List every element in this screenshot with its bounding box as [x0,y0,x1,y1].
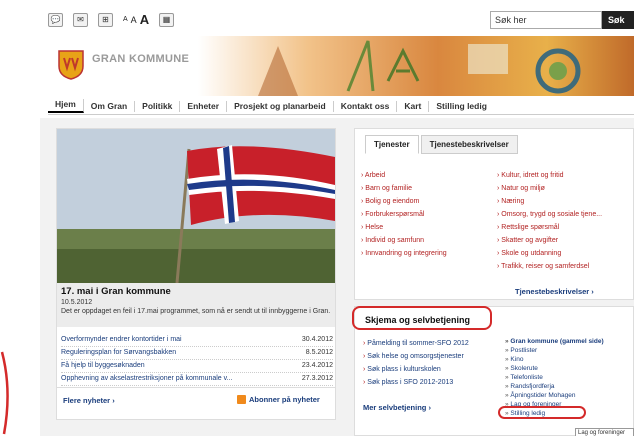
quick-link[interactable]: Gran kommune (gammel side) [505,337,633,346]
utility-bar: 💬 ✉ ⊞ A A A ▦ [48,10,175,30]
flag-photo[interactable] [57,129,335,283]
service-link[interactable]: Trafikk, reiser og samferdsel [497,260,627,273]
services-tabs: Tjenester Tjenestebeskrivelser [365,135,518,154]
rss-label: Abonner på nyheter [249,395,320,404]
crest-logo [58,50,84,80]
service-link[interactable]: Næring [497,195,627,208]
news-date: 30.4.2012 [301,336,333,343]
nav-item-stilling[interactable]: Stilling ledig [429,101,494,112]
quick-link[interactable]: Kino [505,355,633,364]
service-descriptions-link[interactable]: Tjenestebeskrivelser › [515,287,594,296]
annotation-mark [0,351,9,435]
font-small-button[interactable]: A [123,14,128,26]
quick-link[interactable]: Åpningstider Mohagen [505,391,633,400]
news-title[interactable]: Få hjelp til byggesøknaden [61,360,145,372]
banner-artwork [198,36,634,96]
news-date: 8.5.2012 [305,349,333,356]
mail-icon[interactable]: ✉ [73,13,88,27]
news-date: 23.4.2012 [301,362,333,369]
service-link[interactable]: Helse [361,221,491,234]
link-highlight [498,406,586,419]
service-link[interactable]: Rettslige spørsmål [497,221,627,234]
feature-text: Det er oppdaget en feil i 17.mai program… [61,308,331,315]
page: 💬 ✉ ⊞ A A A ▦ Søk her Søk GRAN KOMMUNE H… [0,0,634,436]
news-item[interactable]: Reguleringsplan for Sørvangsbakken 8.5.20… [61,347,333,360]
selfservice-item[interactable]: Søk helse og omsorgstjenester [363,350,503,363]
service-link[interactable]: Innvandring og integrering [361,247,491,260]
selfservice-item[interactable]: Søk plass i kulturskolen [363,363,503,376]
nav-item-politikk[interactable]: Politikk [135,100,181,112]
news-item[interactable]: Opphevning av akselastrestriksjoner på k… [61,373,333,386]
font-size-controls: A A A [123,13,149,26]
font-medium-button[interactable]: A [131,14,137,26]
news-title[interactable]: Reguleringsplan for Sørvangsbakken [61,347,176,359]
rss-icon [237,395,246,404]
sitemap-icon[interactable]: ⊞ [98,13,113,27]
brand-name[interactable]: GRAN KOMMUNE [92,53,189,65]
contrast-icon[interactable]: ▦ [159,13,175,27]
nav-item-enheter[interactable]: Enheter [180,100,228,112]
tab-tjenester[interactable]: Tjenester [365,135,419,154]
search-button[interactable]: Søk [602,11,634,29]
news-item[interactable]: Få hjelp til byggesøknaden 23.4.2012 [61,360,333,373]
more-news-link[interactable]: Flere nyheter › [63,396,115,405]
more-selfservice-label: Mer selvbetjening [363,403,427,412]
quick-link[interactable]: Randsfjordferja [505,382,633,391]
service-link[interactable]: Kultur, idrett og fritid [497,169,627,182]
services-right-column: Kultur, idrett og fritid Natur og miljø … [497,169,627,273]
tab-tjenestebeskrivelser[interactable]: Tjenestebeskrivelser [420,135,518,154]
services-left-column: Arbeid Barn og familie Bolig og eiendom … [361,169,491,260]
search-input[interactable]: Søk her [490,11,602,29]
news-footer: Flere nyheter › Abonner på nyheter [57,387,335,416]
selfservice-highlight [352,306,492,330]
news-card: 17. mai i Gran kommune 10.5.2012 Det er … [56,128,336,420]
quick-link[interactable]: Postlister [505,346,633,355]
service-link[interactable]: Skole og utdanning [497,247,627,260]
nav-item-om-gran[interactable]: Om Gran [84,100,136,112]
service-link[interactable]: Individ og samfunn [361,234,491,247]
quick-link[interactable]: Skolerute [505,364,633,373]
banner: GRAN KOMMUNE [48,36,634,96]
services-panel: Tjenester Tjenestebeskrivelser Arbeid Ba… [354,128,634,300]
service-link[interactable]: Natur og miljø [497,182,627,195]
main-nav: Hjem Om Gran Politikk Enheter Prosjekt o… [48,98,634,115]
service-descriptions-label: Tjenestebeskrivelser [515,287,590,296]
news-item[interactable]: Overformynder endrer kontortider i mai 30… [61,334,333,347]
feature-title[interactable]: 17. mai i Gran kommune [61,286,171,297]
more-selfservice-link[interactable]: Mer selvbetjening › [363,403,431,412]
nav-item-prosjekt[interactable]: Prosjekt og planarbeid [227,100,334,112]
selfservice-item[interactable]: Påmelding til sommer-SFO 2012 [363,337,503,350]
service-link[interactable]: Omsorg, trygd og sosiale tjene... [497,208,627,221]
tooltip: Lag og foreninger [575,428,634,436]
more-news-label: Flere nyheter [63,396,111,405]
service-link[interactable]: Skatter og avgifter [497,234,627,247]
feature-caption[interactable]: 17. mai i Gran kommune 10.5.2012 Det er … [57,283,335,327]
service-link[interactable]: Forbrukerspørsmål [361,208,491,221]
selfservice-item[interactable]: Søk plass i SFO 2012-2013 [363,376,503,389]
service-link[interactable]: Arbeid [361,169,491,182]
service-link[interactable]: Bolig og eiendom [361,195,491,208]
feature-date: 10.5.2012 [61,299,93,306]
news-title[interactable]: Overformynder endrer kontortider i mai [61,334,182,346]
nav-item-kontakt[interactable]: Kontakt oss [334,100,398,112]
service-link[interactable]: Barn og familie [361,182,491,195]
quick-link[interactable]: Telefonliste [505,373,633,382]
nav-item-hjem[interactable]: Hjem [48,99,84,113]
news-title[interactable]: Opphevning av akselastrestriksjoner på k… [61,373,232,385]
nav-item-kart[interactable]: Kart [397,100,430,112]
speech-icon[interactable]: 💬 [48,13,63,27]
news-list: Overformynder endrer kontortider i mai 30… [61,334,333,386]
news-date: 27.3.2012 [301,375,333,382]
font-large-button[interactable]: A [140,13,149,26]
selfservice-list: Påmelding til sommer-SFO 2012 Søk helse … [363,337,503,389]
rss-link[interactable]: Abonner på nyheter [237,395,320,404]
